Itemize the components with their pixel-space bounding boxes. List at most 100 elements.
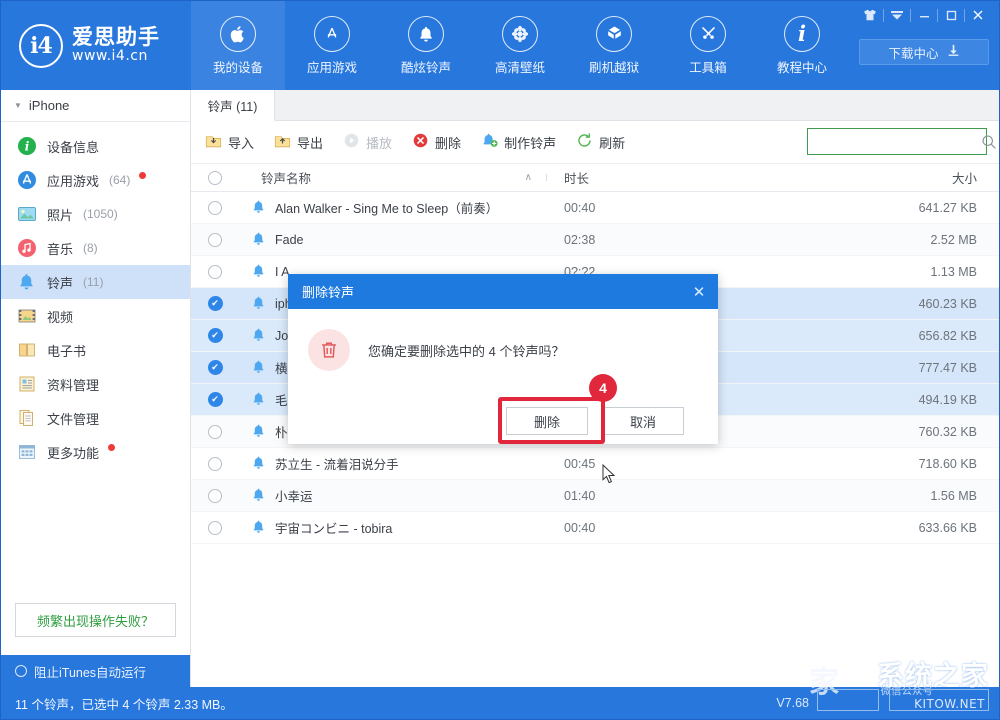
download-center-button[interactable]: 下载中心 bbox=[859, 39, 989, 65]
sidebar-list: i 设备信息 应用游戏 (64) 照片 bbox=[1, 122, 190, 469]
column-header-duration[interactable]: 时长 bbox=[544, 168, 749, 187]
notification-badge-icon bbox=[108, 444, 115, 451]
sidebar-item-device-info[interactable]: i 设备信息 bbox=[1, 129, 190, 163]
sidebar-item-label: 铃声 bbox=[47, 273, 73, 292]
row-checkbox[interactable]: ✔ bbox=[191, 296, 239, 311]
block-itunes-toggle[interactable]: 阻止iTunes自动运行 bbox=[1, 655, 190, 687]
version-label: V7.68 bbox=[776, 696, 809, 710]
table-row[interactable]: Fade02:382.52 MB bbox=[191, 224, 999, 256]
bell-icon bbox=[251, 295, 266, 313]
row-checkbox[interactable]: ✔ bbox=[191, 392, 239, 407]
column-header-size[interactable]: 大小 bbox=[749, 168, 999, 187]
row-name-cell: Fade bbox=[239, 231, 544, 249]
make-icon bbox=[481, 132, 498, 152]
delete-button[interactable]: 删除 bbox=[412, 132, 461, 152]
operation-fail-help-button[interactable]: 频繁出现操作失败？ bbox=[15, 603, 176, 637]
export-button[interactable]: 导出 bbox=[274, 132, 323, 152]
search-icon[interactable] bbox=[981, 134, 997, 150]
row-duration: 00:45 bbox=[544, 457, 749, 471]
checkbox-icon bbox=[208, 171, 222, 185]
sidebar-item-label: 照片 bbox=[47, 205, 73, 224]
row-size: 656.82 KB bbox=[749, 329, 999, 343]
device-header[interactable]: ▼ iPhone bbox=[1, 90, 190, 122]
nav-label: 高清壁纸 bbox=[495, 57, 545, 76]
step-badge: 4 bbox=[589, 374, 617, 402]
nav-item-apps-games[interactable]: 应用游戏 bbox=[285, 1, 379, 90]
nav-item-ringtones[interactable]: 酷炫铃声 bbox=[379, 1, 473, 90]
nav-item-wallpapers[interactable]: 高清壁纸 bbox=[473, 1, 567, 90]
table-row[interactable]: 小幸运01:401.56 MB bbox=[191, 480, 999, 512]
close-icon[interactable]: ✕ bbox=[680, 274, 718, 309]
row-name: 小幸运 bbox=[275, 486, 313, 505]
nav-item-tutorials[interactable]: i 教程中心 bbox=[755, 1, 849, 90]
top-nav: 我的设备 应用游戏 酷炫铃声 高清壁纸 bbox=[191, 1, 849, 90]
sidebar-item-label: 音乐 bbox=[47, 239, 73, 258]
close-icon[interactable] bbox=[965, 5, 991, 25]
nav-label: 教程中心 bbox=[777, 57, 827, 76]
bell-icon bbox=[251, 455, 266, 473]
bell-icon bbox=[251, 423, 266, 441]
sidebar-item-videos[interactable]: 视频 bbox=[1, 299, 190, 333]
search-input[interactable] bbox=[808, 129, 981, 154]
checkbox-icon bbox=[208, 233, 222, 247]
nav-item-toolbox[interactable]: 工具箱 bbox=[661, 1, 755, 90]
search-box[interactable] bbox=[807, 128, 987, 155]
sidebar-item-photos[interactable]: 照片 (1050) bbox=[1, 197, 190, 231]
sidebar-item-music[interactable]: 音乐 (8) bbox=[1, 231, 190, 265]
row-checkbox[interactable] bbox=[191, 201, 239, 215]
row-checkbox[interactable]: ✔ bbox=[191, 328, 239, 343]
row-size: 1.13 MB bbox=[749, 265, 999, 279]
sidebar-item-file-management[interactable]: 文件管理 bbox=[1, 401, 190, 435]
sidebar-item-label: 更多功能 bbox=[47, 443, 99, 462]
table-row[interactable]: Alan Walker - Sing Me to Sleep（前奏）00:406… bbox=[191, 192, 999, 224]
make-ringtone-button[interactable]: 制作铃声 bbox=[481, 132, 556, 152]
dialog-body: 您确定要删除选中的 4 个铃声吗？ 删除 取消 4 bbox=[288, 309, 718, 444]
chevron-down-icon[interactable] bbox=[884, 5, 910, 25]
checkbox-icon bbox=[208, 265, 222, 279]
nav-item-flash-jailbreak[interactable]: 刷机越狱 bbox=[567, 1, 661, 90]
photo-icon bbox=[17, 204, 37, 224]
import-button[interactable]: 导入 bbox=[205, 132, 254, 152]
nav-label: 刷机越狱 bbox=[589, 57, 639, 76]
row-checkbox[interactable] bbox=[191, 425, 239, 439]
table-row[interactable]: 苏立生 - 流着泪说分手00:45718.60 KB bbox=[191, 448, 999, 480]
bell-icon bbox=[251, 359, 266, 377]
row-name: Fade bbox=[275, 233, 304, 247]
info-icon: i bbox=[784, 16, 820, 52]
row-checkbox[interactable] bbox=[191, 233, 239, 247]
delete-ringtone-dialog: 删除铃声 ✕ 您确定要删除选中的 4 个铃声吗？ bbox=[288, 274, 718, 444]
sidebar-item-data-management[interactable]: 资料管理 bbox=[1, 367, 190, 401]
sidebar-item-count: (8) bbox=[83, 241, 98, 255]
sidebar-item-apps-games[interactable]: 应用游戏 (64) bbox=[1, 163, 190, 197]
sidebar-item-ebooks[interactable]: 电子书 bbox=[1, 333, 190, 367]
bell-icon bbox=[408, 16, 444, 52]
row-checkbox[interactable] bbox=[191, 521, 239, 535]
minimize-icon[interactable] bbox=[911, 5, 937, 25]
book-icon bbox=[17, 340, 37, 360]
sidebar-item-more-features[interactable]: 更多功能 bbox=[1, 435, 190, 469]
status-bar: 11 个铃声，已选中 4 个铃声 2.33 MB。 V7.68 bbox=[1, 687, 999, 719]
checkbox-icon bbox=[208, 201, 222, 215]
row-checkbox[interactable] bbox=[191, 489, 239, 503]
maximize-icon[interactable] bbox=[938, 5, 964, 25]
trash-icon bbox=[308, 329, 350, 371]
row-checkbox[interactable]: ✔ bbox=[191, 360, 239, 375]
table-row[interactable]: 宇宙コンビニ - tobira00:40633.66 KB bbox=[191, 512, 999, 544]
dialog-cancel-button[interactable]: 取消 bbox=[602, 407, 684, 435]
row-name: 苏立生 - 流着泪说分手 bbox=[275, 454, 399, 473]
app-logo: i4 爱思助手 www.i4.cn bbox=[1, 1, 191, 90]
tab-ringtones[interactable]: 铃声 (11) bbox=[191, 90, 275, 121]
status-text: 11 个铃声，已选中 4 个铃声 2.33 MB。 bbox=[15, 694, 233, 713]
column-header-name[interactable]: 铃声名称 ∧ bbox=[239, 168, 544, 187]
info-icon: i bbox=[17, 136, 37, 156]
row-checkbox[interactable] bbox=[191, 457, 239, 471]
dialog-confirm-label: 删除 bbox=[534, 412, 560, 431]
sidebar-item-ringtones[interactable]: 铃声 (11) bbox=[1, 265, 190, 299]
sidebar-item-count: (1050) bbox=[83, 207, 118, 221]
skin-icon[interactable] bbox=[857, 5, 883, 25]
row-checkbox[interactable] bbox=[191, 265, 239, 279]
dialog-confirm-button[interactable]: 删除 bbox=[506, 407, 588, 435]
select-all-checkbox[interactable] bbox=[191, 171, 239, 185]
nav-item-my-device[interactable]: 我的设备 bbox=[191, 1, 285, 90]
refresh-button[interactable]: 刷新 bbox=[576, 132, 625, 152]
